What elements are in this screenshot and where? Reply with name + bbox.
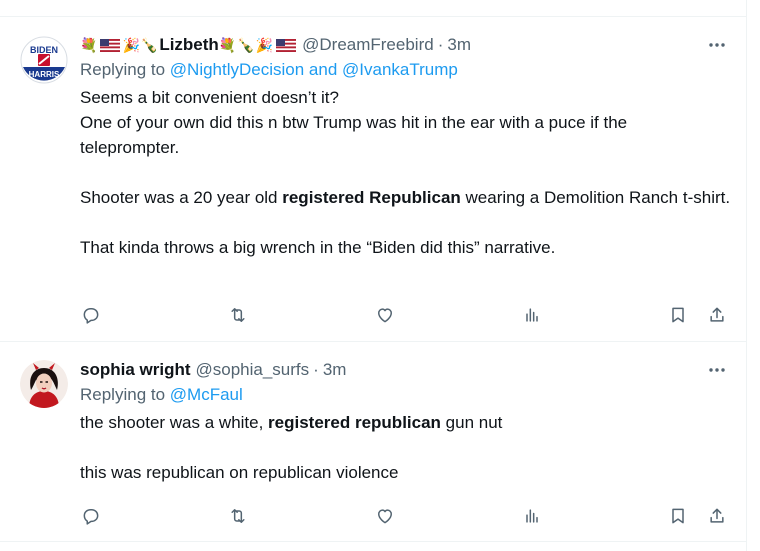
tweet-text-segment: the shooter was a white, <box>80 413 269 432</box>
tweet-text-segment: gun nut <box>440 413 503 432</box>
views-icon <box>526 509 538 523</box>
share-button[interactable] <box>700 298 734 332</box>
retweet-button[interactable] <box>221 499 255 533</box>
tweet-line: this was republican on republican violen… <box>80 463 399 482</box>
tweet-header: 💐 🎉 🍾 Lizbeth 💐 🍾 🎉 @DreamFreebird · 3m <box>80 34 731 56</box>
views-icon <box>526 308 538 322</box>
us-flag-icon <box>276 38 297 52</box>
party-popper-icon: 🎉 <box>255 37 274 53</box>
replying-to: Replying to @McFaul <box>80 385 731 407</box>
tweet-line: Shooter was a 20 year old registered Rep… <box>80 185 731 210</box>
tweet-line <box>80 435 731 460</box>
tweet-content: 💐 🎉 🍾 Lizbeth 💐 🍾 🎉 @DreamFreebird · 3m <box>80 34 731 260</box>
share-button[interactable] <box>700 499 734 533</box>
tweet-text: Seems a bit convenient doesn’t it? One o… <box>80 85 731 260</box>
tweet[interactable]: sophia wright @sophia_surfs · 3m Replyin… <box>0 342 747 542</box>
display-name[interactable]: Lizbeth <box>159 35 219 55</box>
reply-icon <box>83 509 99 525</box>
retweet-icon <box>231 509 245 523</box>
replying-users-link[interactable]: @McFaul <box>170 385 243 404</box>
display-name[interactable]: sophia wright <box>80 360 191 380</box>
more-options-button[interactable] <box>703 34 731 56</box>
avatar-text-top: BIDEN <box>30 45 58 55</box>
us-flag-icon <box>100 38 121 52</box>
bookmark-icon <box>672 508 684 524</box>
user-handle[interactable]: @sophia_surfs <box>196 360 310 380</box>
bookmark-button[interactable] <box>661 499 695 533</box>
separator: · <box>437 35 444 54</box>
replying-to: Replying to @NightlyDecision and @Ivanka… <box>80 60 731 82</box>
views-button[interactable] <box>515 499 549 533</box>
tweet-line <box>80 160 731 185</box>
decoration-flower-icon: 💐 <box>218 37 237 53</box>
tweet-text-segment: wearing a Demolition Ranch t-shirt. <box>460 188 731 207</box>
reply-button[interactable] <box>74 499 108 533</box>
share-icon <box>710 508 724 523</box>
tweet-bold-text: registered republican <box>268 413 441 432</box>
tweet-text-segment: Shooter was a 20 year old <box>80 188 283 207</box>
tweet-bold-text: registered Republican <box>282 188 461 207</box>
avatar[interactable] <box>20 360 68 408</box>
bookmark-icon <box>672 307 684 323</box>
tweet-actions <box>80 298 734 332</box>
reply-icon <box>83 308 99 324</box>
party-popper-icon: 🎉 <box>122 37 140 53</box>
tweet-actions <box>80 499 734 533</box>
tweet-header: sophia wright @sophia_surfs · 3m <box>80 359 731 381</box>
separator: · <box>313 360 319 379</box>
decoration-flower-icon: 💐 <box>80 37 98 53</box>
more-horizontal-icon <box>709 368 725 372</box>
replying-prefix: Replying to <box>80 60 170 79</box>
replying-prefix: Replying to <box>80 385 170 404</box>
tweet-line: That kinda throws a big wrench in the “B… <box>80 238 556 257</box>
tweet-line: One of your own did this n btw Trump was… <box>80 113 628 157</box>
timestamp[interactable]: 3m <box>447 35 471 55</box>
like-button[interactable] <box>368 298 402 332</box>
views-button[interactable] <box>515 298 549 332</box>
avatar[interactable]: BIDEN HARRIS <box>20 36 68 84</box>
more-options-button[interactable] <box>703 359 731 381</box>
heart-icon <box>378 509 392 524</box>
champagne-icon: 🍾 <box>237 37 255 53</box>
avatar-text-bottom: HARRIS <box>29 70 60 79</box>
replying-users-link[interactable]: @NightlyDecision and @IvankaTrump <box>170 60 458 79</box>
champagne-icon: 🍾 <box>140 37 159 53</box>
more-horizontal-icon <box>709 43 725 47</box>
tweet[interactable]: BIDEN HARRIS 💐 🎉 🍾 Lizbeth 💐 🍾 🎉 @DreamF… <box>0 17 747 342</box>
tweet-text: the shooter was a white, registered repu… <box>80 410 731 485</box>
heart-icon <box>378 308 392 323</box>
bookmark-button[interactable] <box>661 298 695 332</box>
tweet-content: sophia wright @sophia_surfs · 3m Replyin… <box>80 359 731 485</box>
like-button[interactable] <box>368 499 402 533</box>
tweet-line <box>80 210 731 235</box>
share-icon <box>710 307 724 322</box>
retweet-icon <box>231 308 245 322</box>
retweet-button[interactable] <box>221 298 255 332</box>
tweet-line: Seems a bit convenient doesn’t it? <box>80 88 339 107</box>
user-handle[interactable]: @DreamFreebird <box>302 35 434 55</box>
tweet-line: the shooter was a white, registered repu… <box>80 410 731 435</box>
timestamp[interactable]: 3m <box>323 360 347 380</box>
reply-button[interactable] <box>74 298 108 332</box>
